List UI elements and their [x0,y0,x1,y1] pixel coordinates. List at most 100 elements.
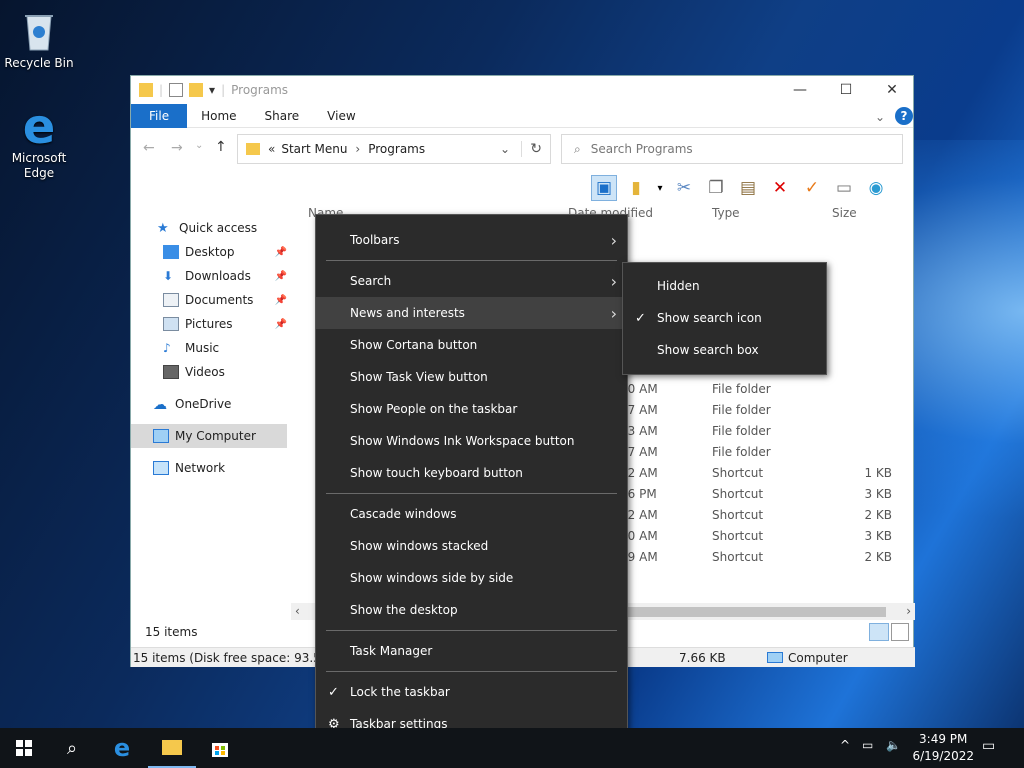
menu-item-cortana[interactable]: Show Cortana button [316,329,627,361]
back-icon[interactable]: ← [143,140,155,156]
expand-ribbon-icon[interactable]: ⌄ [875,110,885,124]
svg-text:e: e [23,103,56,147]
nav-downloads[interactable]: ⬇ Downloads 📌 [131,264,291,288]
globe-icon[interactable]: ◉ [863,175,889,201]
action-center-icon[interactable]: ▭ [982,738,995,754]
menu-item-cascade[interactable]: Cascade windows [316,498,627,530]
menu-item-task-manager[interactable]: Task Manager [316,635,627,667]
menu-item-people[interactable]: Show People on the taskbar [316,393,627,425]
row-type: Shortcut [712,487,764,501]
star-icon: ★ [157,221,169,236]
menu-item-stacked[interactable]: Show windows stacked [316,530,627,562]
copy-icon[interactable]: ❐ [703,175,729,201]
column-size[interactable]: Size [832,206,857,220]
overflow-crumb[interactable]: « [268,142,275,156]
nav-pictures[interactable]: Pictures 📌 [131,312,291,336]
paste-icon[interactable]: ▤ [735,175,761,201]
menu-item-show-desktop[interactable]: Show the desktop [316,594,627,626]
search-box[interactable]: ⌕ Search Programs [561,134,903,164]
tray-chevron-up-icon[interactable]: ^ [840,738,850,752]
menu-item-side-by-side[interactable]: Show windows side by side [316,562,627,594]
pin-icon[interactable]: 📌 [275,271,287,282]
forward-icon[interactable]: → [171,140,183,156]
recycle-bin-icon[interactable]: Recycle Bin [2,8,76,71]
help-icon[interactable]: ? [895,107,913,125]
menu-item-ink-workspace[interactable]: Show Windows Ink Workspace button [316,425,627,457]
submenu-item-hidden[interactable]: Hidden [623,270,826,302]
menu-item-touch-keyboard[interactable]: Show touch keyboard button [316,457,627,489]
volume-icon[interactable]: 🔈 [886,738,901,752]
nav-network[interactable]: Network [131,456,291,480]
tab-share[interactable]: Share [251,104,314,128]
clock[interactable]: 3:49 PM 6/19/2022 [912,731,974,765]
row-size: 2 KB [864,550,892,564]
row-type: File folder [712,445,771,459]
menu-separator [326,630,617,631]
windows-logo-icon [16,740,32,756]
tab-home[interactable]: Home [187,104,250,128]
file-explorer-taskbar-icon[interactable] [148,728,196,768]
scroll-thumb[interactable] [611,607,886,617]
properties-icon[interactable] [169,83,184,97]
menu-item-task-view[interactable]: Show Task View button [316,361,627,393]
menu-item-search[interactable]: Search › [316,265,627,297]
row-size: 2 KB [864,508,892,522]
store-taskbar-icon[interactable] [196,728,244,768]
address-bar[interactable]: « Start Menu › Programs ⌄ ↻ [237,134,551,164]
edge-taskbar-icon[interactable]: e [98,728,146,768]
maximize-button[interactable]: ☐ [823,76,869,104]
chevron-right-icon: › [610,230,617,250]
nav-videos[interactable]: Videos [131,360,291,384]
nav-documents[interactable]: Documents 📌 [131,288,291,312]
status-size: 7.66 KB [679,651,726,665]
details-view-icon[interactable] [869,623,889,641]
new-folder-icon[interactable] [189,83,204,97]
start-button[interactable] [0,728,48,768]
close-button[interactable]: ✕ [869,76,915,104]
menu-item-toolbars[interactable]: Toolbars › [316,224,627,256]
column-type[interactable]: Type [712,206,740,220]
taskbar-context-menu: Toolbars › Search › News and interests › Sh… [315,214,628,748]
submenu-item-show-search-icon[interactable]: ✓ Show search icon [623,302,826,334]
row-type: Shortcut [712,529,764,543]
edge-desktop-icon[interactable]: e Microsoft Edge [2,99,76,181]
pin-icon[interactable]: 📌 [275,247,287,258]
new-folder-icon[interactable]: ▮ [623,175,649,201]
preview-pane-icon[interactable]: ▣ [591,175,617,201]
network-tray-icon[interactable]: ▭ [862,738,873,752]
cut-icon[interactable]: ✂ [671,175,697,201]
pin-icon[interactable]: 📌 [275,295,287,306]
pin-icon[interactable]: 📌 [275,319,287,330]
large-icons-view-icon[interactable] [891,623,909,641]
folder-icon [162,739,182,755]
scroll-right-icon[interactable]: › [906,604,911,618]
nav-quick-access[interactable]: ★ Quick access [131,216,291,240]
dropdown-icon[interactable]: ▾ [655,175,665,201]
nav-music[interactable]: ♪ Music [131,336,291,360]
address-dropdown-icon[interactable]: ⌄ [500,142,510,156]
search-taskbar-icon[interactable]: ⌕ [48,728,96,768]
up-icon[interactable]: ↑ [215,139,227,155]
tab-view[interactable]: View [313,104,369,128]
chevron-right-icon: › [610,271,617,291]
scroll-left-icon[interactable]: ‹ [295,604,300,618]
nav-onedrive[interactable]: ☁ OneDrive [131,392,291,416]
nav-desktop[interactable]: Desktop 📌 [131,240,291,264]
breadcrumb-start-menu[interactable]: Start Menu [281,142,347,156]
recent-locations-icon[interactable]: ⌄ [195,140,203,151]
breadcrumb-programs[interactable]: Programs [368,142,425,156]
desktop-icon [163,245,179,259]
menu-item-lock-taskbar[interactable]: ✓ Lock the taskbar [316,676,627,708]
refresh-icon[interactable]: ↻ [521,141,542,157]
submenu-item-show-search-box[interactable]: Show search box [623,334,826,366]
search-placeholder: Search Programs [590,142,693,156]
row-size: 1 KB [864,466,892,480]
check-icon[interactable]: ✓ [799,175,825,201]
delete-icon[interactable]: ✕ [767,175,793,201]
tab-file[interactable]: File [131,103,188,128]
rename-icon[interactable]: ▭ [831,175,857,201]
menu-item-news-and-interests[interactable]: News and interests › [316,297,627,329]
nav-my-computer[interactable]: My Computer [131,424,287,448]
minimize-button[interactable]: — [777,76,823,104]
customize-qa-icon[interactable]: ▾ [209,83,215,97]
